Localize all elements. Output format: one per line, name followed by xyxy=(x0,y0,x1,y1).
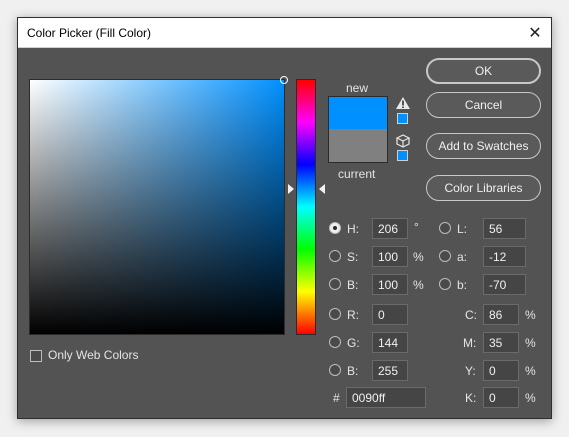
b-channel-label: b: xyxy=(457,278,468,292)
magenta-field[interactable]: 35 xyxy=(483,332,519,353)
gamut-warning-swatch[interactable] xyxy=(397,113,408,124)
saturation-label: S: xyxy=(347,250,359,264)
new-label: new xyxy=(346,81,369,95)
black-label: K: xyxy=(465,391,477,405)
only-web-colors-label: Only Web Colors xyxy=(48,348,139,362)
hex-label: # xyxy=(333,391,340,405)
brightness-label: B: xyxy=(347,278,359,292)
red-radio[interactable] xyxy=(329,308,341,320)
brightness-radio[interactable] xyxy=(329,278,341,290)
yellow-unit: % xyxy=(525,364,536,378)
hue-unit: ° xyxy=(414,220,419,234)
magenta-unit: % xyxy=(525,336,536,350)
magenta-label: M: xyxy=(463,336,477,350)
hex-field[interactable]: 0090ff xyxy=(346,387,426,408)
color-picker-dialog: Color Picker (Fill Color) ✕ new current … xyxy=(17,17,552,419)
black-field[interactable]: 0 xyxy=(483,387,519,408)
brightness-field[interactable]: 100 xyxy=(372,274,408,295)
saturation-unit: % xyxy=(413,250,424,264)
only-web-colors-checkbox[interactable] xyxy=(30,350,42,362)
yellow-field[interactable]: 0 xyxy=(483,360,519,381)
current-label: current xyxy=(338,167,376,181)
ok-button[interactable]: OK xyxy=(426,58,541,84)
cyan-field[interactable]: 86 xyxy=(483,304,519,325)
hue-slider-right-arrow[interactable] xyxy=(319,184,325,194)
color-field[interactable] xyxy=(29,76,288,335)
red-field[interactable]: 0 xyxy=(372,304,408,325)
out-of-gamut-warning-icon[interactable] xyxy=(396,97,410,109)
hue-slider[interactable] xyxy=(296,79,316,335)
a-channel-field[interactable]: -12 xyxy=(483,246,526,267)
red-label: R: xyxy=(347,308,359,322)
green-label: G: xyxy=(347,336,360,350)
lightness-field[interactable]: 56 xyxy=(483,218,526,239)
cancel-button[interactable]: Cancel xyxy=(426,92,541,118)
hue-slider-left-arrow[interactable] xyxy=(288,184,294,194)
cyan-label: C: xyxy=(465,308,477,322)
dialog-title: Color Picker (Fill Color) xyxy=(27,26,152,40)
title-bar: Color Picker (Fill Color) ✕ xyxy=(18,18,551,48)
color-libraries-button[interactable]: Color Libraries xyxy=(426,175,541,201)
blue-field[interactable]: 255 xyxy=(372,360,408,381)
color-field-marker[interactable] xyxy=(280,76,288,84)
new-color-swatch[interactable] xyxy=(328,96,388,129)
close-icon[interactable]: ✕ xyxy=(522,21,548,45)
blue-radio[interactable] xyxy=(329,364,341,376)
hue-radio[interactable] xyxy=(329,222,341,234)
lightness-label: L: xyxy=(457,222,468,236)
green-field[interactable]: 144 xyxy=(372,332,408,353)
b-channel-field[interactable]: -70 xyxy=(483,274,526,295)
yellow-label: Y: xyxy=(465,364,476,378)
web-safe-cube-icon[interactable] xyxy=(396,134,410,148)
a-channel-label: a: xyxy=(457,250,468,264)
cyan-unit: % xyxy=(525,308,536,322)
saturation-field[interactable]: 100 xyxy=(372,246,408,267)
current-color-swatch[interactable] xyxy=(328,129,388,163)
black-unit: % xyxy=(525,391,536,405)
blue-label: B: xyxy=(347,364,359,378)
add-to-swatches-button[interactable]: Add to Swatches xyxy=(426,133,541,159)
hue-field[interactable]: 206 xyxy=(372,218,408,239)
lightness-radio[interactable] xyxy=(439,222,451,234)
b-channel-radio[interactable] xyxy=(439,278,451,290)
web-safe-swatch[interactable] xyxy=(397,150,408,161)
saturation-radio[interactable] xyxy=(329,250,341,262)
hue-label: H: xyxy=(347,222,359,236)
brightness-unit: % xyxy=(413,278,424,292)
green-radio[interactable] xyxy=(329,336,341,348)
a-channel-radio[interactable] xyxy=(439,250,451,262)
